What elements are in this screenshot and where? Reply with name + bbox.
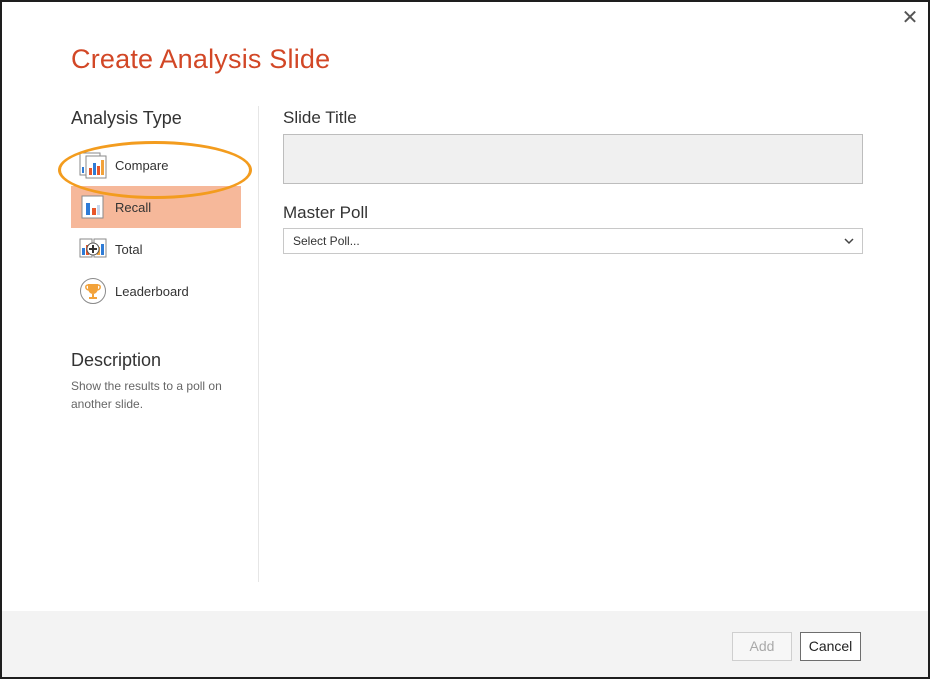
analysis-type-heading: Analysis Type [71,108,182,128]
slide-settings-panel: Slide Title Master Poll Select Poll... [283,108,863,254]
analysis-type-total[interactable]: Total [71,228,241,270]
dialog-footer: Add Cancel [2,611,928,677]
analysis-type-list: Compare Recall Total Leaderboard [71,144,241,312]
analysis-type-label: Total [115,241,143,257]
column-divider [258,106,259,582]
master-poll-select[interactable]: Select Poll... [283,228,863,254]
analysis-type-label: Compare [115,157,169,173]
analysis-type-recall[interactable]: Recall [71,186,241,228]
description-heading: Description [71,350,162,370]
close-icon[interactable]: ✕ [902,7,919,29]
add-button[interactable]: Add [732,632,792,661]
analysis-type-label: Leaderboard [115,283,189,299]
description-section: Description Show the results to a poll o… [71,350,241,413]
total-chart-icon [79,238,107,258]
analysis-type-label: Recall [115,199,152,215]
slide-title-input[interactable] [283,134,863,184]
trophy-icon [80,278,106,304]
description-text: Show the results to a poll on another sl… [71,379,222,411]
close-button[interactable]: ✕ [900,8,920,28]
recall-chart-icon [81,195,104,219]
master-poll-label: Master Poll [283,203,369,222]
analysis-type-leaderboard[interactable]: Leaderboard [71,270,241,312]
compare-chart-icon [79,152,107,179]
analysis-type-panel: Analysis Type Compare Recall Total Leade… [58,108,252,411]
master-poll-selected-value: Select Poll... [293,234,360,248]
slide-title-label: Slide Title [283,108,357,127]
create-analysis-dialog: ✕ Create Analysis Slide Analysis Type Co… [0,0,930,679]
dialog-title: Create Analysis Slide [71,44,331,74]
cancel-button[interactable]: Cancel [800,632,861,661]
chevron-down-icon[interactable] [842,234,856,248]
analysis-type-compare[interactable]: Compare [71,144,241,186]
